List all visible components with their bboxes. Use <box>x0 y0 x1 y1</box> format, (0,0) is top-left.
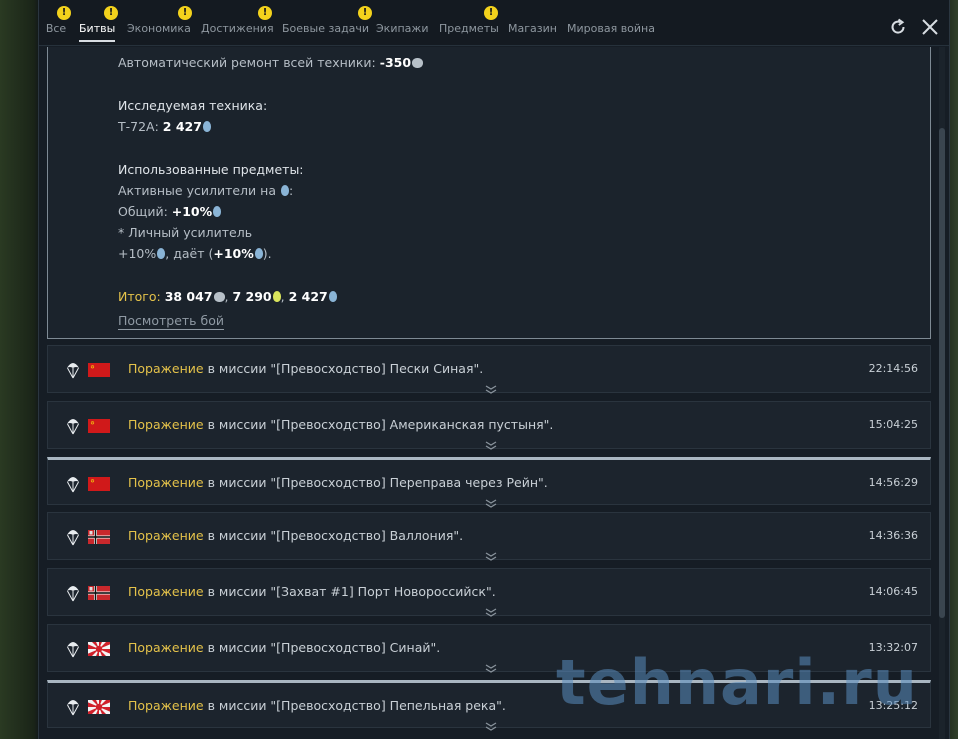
personal-booster-value: +10%, даёт (+10%). <box>118 246 272 261</box>
result-label: Поражение <box>128 361 204 376</box>
research-heading: Исследуемая техника: <box>118 98 268 113</box>
warning-icon: ! <box>358 6 372 20</box>
close-icon <box>922 19 938 35</box>
double-chevron-down-icon[interactable] <box>484 494 498 508</box>
japan-flag-icon <box>79 686 119 727</box>
battle-time: 14:06:45 <box>868 585 918 599</box>
research-line: Т-72А: 2 427 <box>118 119 211 134</box>
battle-time: 15:04:25 <box>868 417 918 431</box>
parachute-icon <box>66 583 80 603</box>
battle-row[interactable]: Поражение в миссии "[Превосходство] Сина… <box>47 624 931 673</box>
result-label: Поражение <box>128 640 204 655</box>
mission-text: в миссии "[Превосходство] Переправа чере… <box>203 474 548 490</box>
warning-icon: ! <box>57 6 71 20</box>
research-points-icon <box>254 248 263 259</box>
ussr-flag-icon <box>88 362 110 377</box>
refresh-button[interactable] <box>885 14 911 40</box>
common-booster-line: Общий: +10% <box>118 204 222 219</box>
mission-text: в миссии "[Превосходство] Пески Синая". <box>203 361 484 376</box>
battle-row[interactable]: Поражение в миссии "[Превосходство] Песк… <box>47 345 931 394</box>
result-label: Поражение <box>128 474 204 490</box>
battle-log-window: Все ! Битвы ! Экономика Достижения ! Бое… <box>38 0 950 739</box>
battle-time: 13:25:12 <box>868 698 918 712</box>
mission-text: в миссии "[Превосходство] Синай". <box>203 640 441 655</box>
tab-achievements[interactable]: Достижения <box>201 0 274 46</box>
mission-text: в миссии "[Превосходство] Пепельная река… <box>203 697 506 713</box>
warning-icon: ! <box>258 6 272 20</box>
parachute-icon <box>66 697 80 717</box>
double-chevron-down-icon[interactable] <box>484 717 498 731</box>
double-chevron-down-icon[interactable] <box>484 659 498 673</box>
silver-lions-icon <box>412 58 424 68</box>
result-label: Поражение <box>128 697 204 713</box>
tab-combat-tasks[interactable]: Боевые задачи <box>282 0 369 46</box>
items-heading: Использованные предметы: <box>118 162 304 177</box>
battle-time: 14:36:36 <box>868 529 918 543</box>
double-chevron-down-icon[interactable] <box>484 380 498 394</box>
battle-result-message: Поражение в миссии "[Превосходство] Валл… <box>128 528 463 543</box>
result-label: Поражение <box>128 416 204 432</box>
ussr-flag-icon <box>88 418 110 433</box>
parachute-icon <box>66 639 80 659</box>
parachute-icon <box>66 474 80 494</box>
battle-result-message: Поражение в миссии "[Превосходство] Амер… <box>128 417 553 432</box>
repair-line: Автоматический ремонт всей техники: -350 <box>118 55 424 70</box>
warning-icon: ! <box>484 6 498 20</box>
tab-store[interactable]: Магазин <box>508 0 557 46</box>
view-battle-wrap: Посмотреть бой <box>118 313 225 330</box>
silver-lions-icon <box>213 292 225 302</box>
japan-flag-icon <box>79 629 119 669</box>
boosters-line: Активные усилители на : <box>118 183 294 198</box>
battle-row[interactable]: Поражение в миссии "[Превосходство] Валл… <box>47 512 931 562</box>
research-points-icon <box>202 121 211 132</box>
warning-icon: ! <box>178 6 192 20</box>
parachute-icon <box>66 527 80 547</box>
tab-crews[interactable]: Экипажи <box>376 0 428 46</box>
germany-flag-icon <box>88 585 110 601</box>
view-battle-link[interactable]: Посмотреть бой <box>118 313 225 330</box>
gold-eagles-icon <box>272 291 281 302</box>
research-points-icon <box>213 206 222 217</box>
result-label: Поражение <box>128 584 204 600</box>
ussr-flag-icon <box>88 476 110 491</box>
tab-bar: Все ! Битвы ! Экономика Достижения ! Бое… <box>39 0 949 46</box>
parachute-icon <box>66 360 80 380</box>
expanded-battle-details: Автоматический ремонт всей техники: -350… <box>47 47 931 339</box>
battle-time: 22:14:56 <box>868 362 918 375</box>
double-chevron-down-icon[interactable] <box>484 436 498 450</box>
warning-icon: ! <box>104 6 118 20</box>
personal-booster-line: * Личный усилитель <box>118 225 253 240</box>
battle-log-list[interactable]: Автоматический ремонт всей техники: -350… <box>47 47 933 739</box>
scrollbar-thumb[interactable] <box>939 128 945 618</box>
research-points-icon <box>280 185 289 196</box>
germany-flag-icon <box>88 529 110 545</box>
mission-text: в миссии "[Превосходство] Американская п… <box>203 416 554 432</box>
battle-time: 13:32:07 <box>868 641 918 654</box>
battle-result-message: Поражение в миссии "[Превосходство] Сина… <box>128 640 440 655</box>
parachute-icon <box>66 416 80 436</box>
battle-row[interactable]: Поражение в миссии "[Превосходство] Пере… <box>47 456 931 508</box>
double-chevron-down-icon[interactable] <box>484 603 498 617</box>
battle-row[interactable]: Поражение в миссии "[Захват #1] Порт Нов… <box>47 568 931 617</box>
battle-result-message: Поражение в миссии "[Превосходство] Песк… <box>128 361 483 376</box>
battle-result-message: Поражение в миссии "[Превосходство] Пере… <box>128 475 548 490</box>
mission-text: в миссии "[Захват #1] Порт Новороссийск"… <box>203 584 496 600</box>
research-points-icon <box>328 291 337 302</box>
result-label: Поражение <box>128 528 204 544</box>
battle-result-message: Поражение в миссии "[Захват #1] Порт Нов… <box>128 584 496 599</box>
double-chevron-down-icon[interactable] <box>484 547 498 562</box>
close-button[interactable] <box>917 14 943 40</box>
battle-row[interactable]: Поражение в миссии "[Превосходство] Амер… <box>47 400 931 450</box>
refresh-icon <box>891 18 905 34</box>
battle-time: 14:56:29 <box>868 475 918 489</box>
total-line: Итого: 38 047, 7 290, 2 427 <box>118 289 337 304</box>
tab-world-war[interactable]: Мировая война <box>567 0 655 46</box>
battle-row[interactable]: Поражение в миссии "[Превосходство] Пепе… <box>47 679 931 731</box>
mission-text: в миссии "[Превосходство] Валлония". <box>203 528 464 544</box>
battle-result-message: Поражение в миссии "[Превосходство] Пепе… <box>128 698 506 713</box>
